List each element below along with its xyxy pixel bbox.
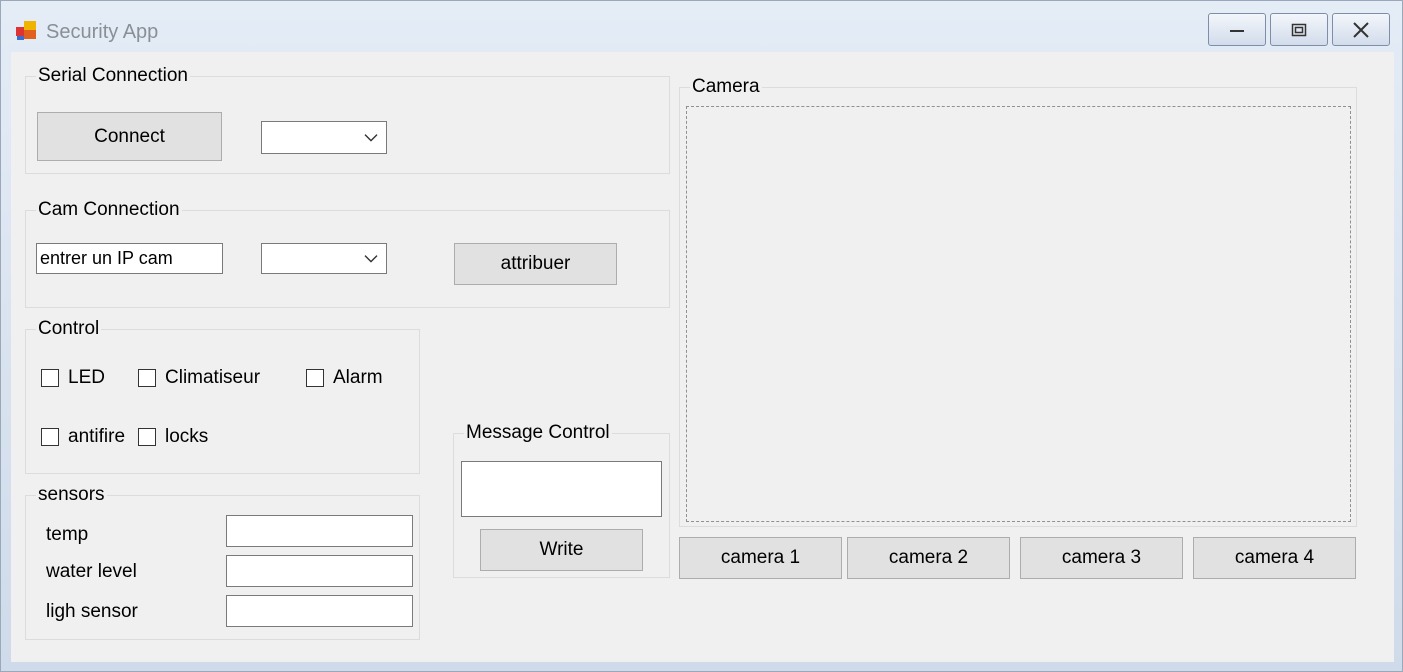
water-level-label: water level [46, 561, 137, 582]
app-icon [16, 19, 38, 41]
ip-cam-input[interactable]: entrer un IP cam [36, 243, 223, 274]
close-icon [1353, 21, 1369, 38]
led-checkbox[interactable]: LED [41, 367, 105, 389]
serial-connection-label: Serial Connection [36, 64, 190, 88]
write-button[interactable]: Write [480, 529, 643, 571]
antifire-checkbox-label: antifire [68, 426, 126, 447]
minimize-icon [1230, 29, 1244, 32]
sensors-group: sensors temp water level ligh sensor [25, 483, 420, 640]
serial-port-select[interactable] [261, 121, 387, 154]
connect-button[interactable]: Connect [37, 112, 222, 161]
camera-1-button[interactable]: camera 1 [679, 537, 842, 579]
control-label: Control [36, 317, 102, 341]
minimize-button[interactable] [1208, 13, 1266, 46]
chevron-down-icon [364, 254, 378, 263]
message-input[interactable] [461, 461, 662, 517]
led-checkbox-box[interactable] [41, 369, 59, 387]
camera-select[interactable] [261, 243, 387, 274]
camera-3-button[interactable]: camera 3 [1020, 537, 1183, 579]
close-button[interactable] [1332, 13, 1390, 46]
chevron-down-icon [364, 133, 378, 142]
message-control-group: Message Control Write [453, 421, 670, 578]
temp-value-field[interactable] [226, 515, 413, 547]
window-title: Security App [46, 21, 159, 43]
camera-4-button[interactable]: camera 4 [1193, 537, 1356, 579]
assign-button[interactable]: attribuer [454, 243, 617, 285]
app-window: Security App Serial Connection Connect C… [0, 0, 1403, 672]
sensors-label: sensors [36, 483, 107, 507]
antifire-checkbox[interactable]: antifire [41, 426, 125, 448]
locks-checkbox-label: locks [165, 426, 209, 447]
climatiseur-checkbox-box[interactable] [138, 369, 156, 387]
led-checkbox-label: LED [68, 367, 105, 388]
camera-view [686, 106, 1351, 522]
alarm-checkbox[interactable]: Alarm [306, 367, 383, 389]
serial-connection-group: Serial Connection Connect [25, 64, 670, 174]
camera-2-button[interactable]: camera 2 [847, 537, 1010, 579]
locks-checkbox[interactable]: locks [138, 426, 208, 448]
maximize-icon [1291, 23, 1307, 36]
temp-label: temp [46, 524, 89, 545]
control-group: Control LED Climatiseur Alarm antifire l… [25, 317, 420, 474]
maximize-button[interactable] [1270, 13, 1328, 46]
water-level-value-field[interactable] [226, 555, 413, 587]
cam-connection-label: Cam Connection [36, 198, 182, 222]
client-area: Serial Connection Connect Cam Connection… [11, 52, 1394, 662]
climatiseur-checkbox[interactable]: Climatiseur [138, 367, 260, 389]
message-control-label: Message Control [464, 421, 612, 445]
alarm-checkbox-box[interactable] [306, 369, 324, 387]
light-sensor-label: ligh sensor [46, 601, 138, 622]
antifire-checkbox-box[interactable] [41, 428, 59, 446]
title-bar[interactable]: Security App [1, 1, 1402, 51]
climatiseur-checkbox-label: Climatiseur [165, 367, 261, 388]
camera-label: Camera [690, 75, 762, 99]
camera-group: Camera [679, 75, 1357, 527]
locks-checkbox-box[interactable] [138, 428, 156, 446]
light-sensor-value-field[interactable] [226, 595, 413, 627]
cam-connection-group: Cam Connection entrer un IP cam attribue… [25, 198, 670, 308]
alarm-checkbox-label: Alarm [333, 367, 383, 388]
